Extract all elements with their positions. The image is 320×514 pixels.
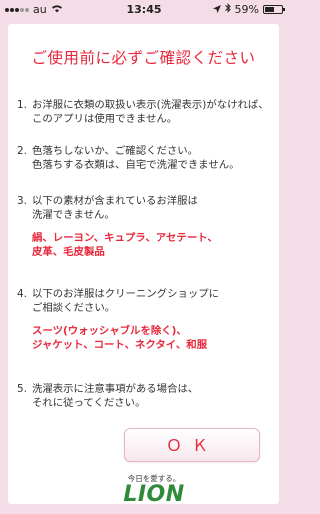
status-bar: au 13:45 59%: [0, 0, 288, 20]
notice-item: 3. 以下の素材が含まれているお洋服は 洗濯できません。絹、レーヨン、キュプラ、アセ…: [17, 194, 275, 259]
notice-text-line: このアプリは使用できません。: [32, 113, 178, 125]
notice-dialog: ご使用前に必ずご確認ください 1. お洋服に衣類の取扱い表示(洗濯表示)がなければ…: [8, 24, 279, 507]
notice-number: 5.: [17, 383, 27, 395]
notice-item: 2. 色落ちしないか、ご確認ください。色落ちする衣類は、自宅で洗濯できません。: [17, 144, 275, 172]
notice-number: 3.: [17, 195, 27, 207]
battery-icon: [263, 5, 285, 14]
location-arrow-icon: [212, 3, 221, 16]
notice-highlight-line: ジャケット、コート、ネクタイ、和服: [32, 339, 208, 351]
notice-text-line: 色落ちする衣類は、自宅で洗濯できません。: [32, 159, 240, 171]
bluetooth-icon: [224, 3, 231, 16]
lion-logo: 今日を愛する。 LION: [114, 474, 194, 514]
notice-item: 1. お洋服に衣類の取扱い表示(洗濯表示)がなければ、 このアプリは使用できません。: [17, 98, 275, 126]
logo-brand: LION: [123, 482, 185, 507]
notice-text-line: 洗濯できません。: [32, 209, 115, 221]
notice-number: 4.: [17, 288, 27, 300]
ok-button[interactable]: ＯＫ: [124, 428, 260, 462]
notice-highlight-line: スーツ(ウォッシャブルを除く)、: [32, 325, 187, 337]
notice-text-line: 洗濯表示に注意事項がある場合は、: [32, 383, 199, 395]
notice-number: 1.: [17, 99, 27, 111]
notice-text-line: ご相談ください。: [32, 302, 116, 314]
notice-item: 4. 以下のお洋服はクリーニングショップに ご相談ください。スーツ(ウォッシャブルを…: [17, 287, 275, 352]
notice-list: 1. お洋服に衣類の取扱い表示(洗濯表示)がなければ、 このアプリは使用できません。…: [17, 98, 275, 410]
notice-item: 5. 洗濯表示に注意事項がある場合は、 それに従ってください。: [17, 382, 275, 410]
notice-text-line: お洋服に衣類の取扱い表示(洗濯表示)がなければ、: [32, 99, 269, 111]
notice-text-line: それに従ってください。: [32, 397, 146, 409]
notice-text-line: 以下のお洋服はクリーニングショップに: [32, 288, 220, 300]
battery-percent: 59%: [234, 3, 259, 16]
notice-text-line: 以下の素材が含まれているお洋服は: [32, 195, 198, 207]
notice-text-line: 色落ちしないか、ご確認ください。: [32, 145, 199, 157]
dialog-title: ご使用前に必ずご確認ください: [31, 49, 256, 67]
notice-number: 2.: [17, 145, 27, 157]
notice-highlight-line: 絹、レーヨン、キュプラ、アセテート、: [32, 232, 218, 244]
notice-highlight-line: 皮革、毛皮製品: [32, 246, 105, 258]
